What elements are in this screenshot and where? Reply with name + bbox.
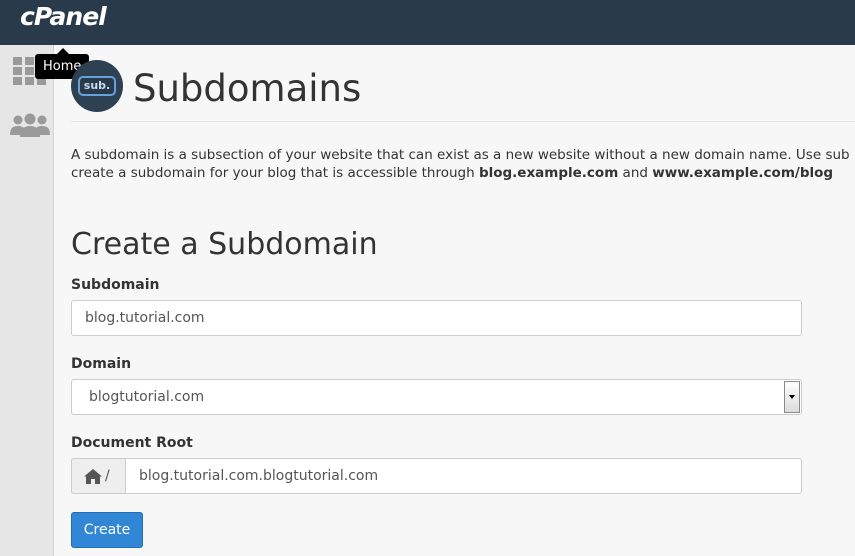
title-divider xyxy=(71,121,855,122)
home-icon xyxy=(84,469,102,484)
document-root-prefix: / xyxy=(71,458,125,494)
cpanel-logo[interactable]: cPanel xyxy=(20,2,107,31)
description-example-1: blog.example.com xyxy=(478,165,619,181)
document-root-slash: / xyxy=(105,468,110,484)
subdomain-label: Subdomain xyxy=(71,277,160,293)
subdomains-icon-label: sub. xyxy=(78,76,116,96)
document-root-label: Document Root xyxy=(71,435,193,451)
domain-select-value: blogtutorial.com xyxy=(89,389,205,405)
chevron-down-icon xyxy=(789,395,795,399)
subdomains-icon: sub. xyxy=(71,60,123,112)
top-bar: cPanel xyxy=(0,0,855,45)
description-text: create a subdomain for your blog that is… xyxy=(71,165,479,181)
subdomain-input[interactable]: blog.tutorial.com xyxy=(71,300,802,336)
document-root-input[interactable]: blog.tutorial.com.blogtutorial.com xyxy=(125,458,802,494)
users-icon[interactable] xyxy=(10,113,50,137)
create-button[interactable]: Create xyxy=(71,512,143,548)
description-line-2: create a subdomain for your blog that is… xyxy=(71,164,855,182)
domain-select[interactable]: blogtutorial.com xyxy=(71,379,802,415)
description-conjunction: and xyxy=(618,165,653,181)
description-line-1: A subdomain is a subsection of your webs… xyxy=(71,147,850,163)
section-title: Create a Subdomain xyxy=(71,227,378,262)
page-title: Subdomains xyxy=(133,67,362,110)
description-example-2: www.example.com/blog xyxy=(652,165,834,181)
domain-label: Domain xyxy=(71,356,132,372)
domain-select-arrow[interactable] xyxy=(784,381,800,413)
page-description: A subdomain is a subsection of your webs… xyxy=(71,146,855,182)
